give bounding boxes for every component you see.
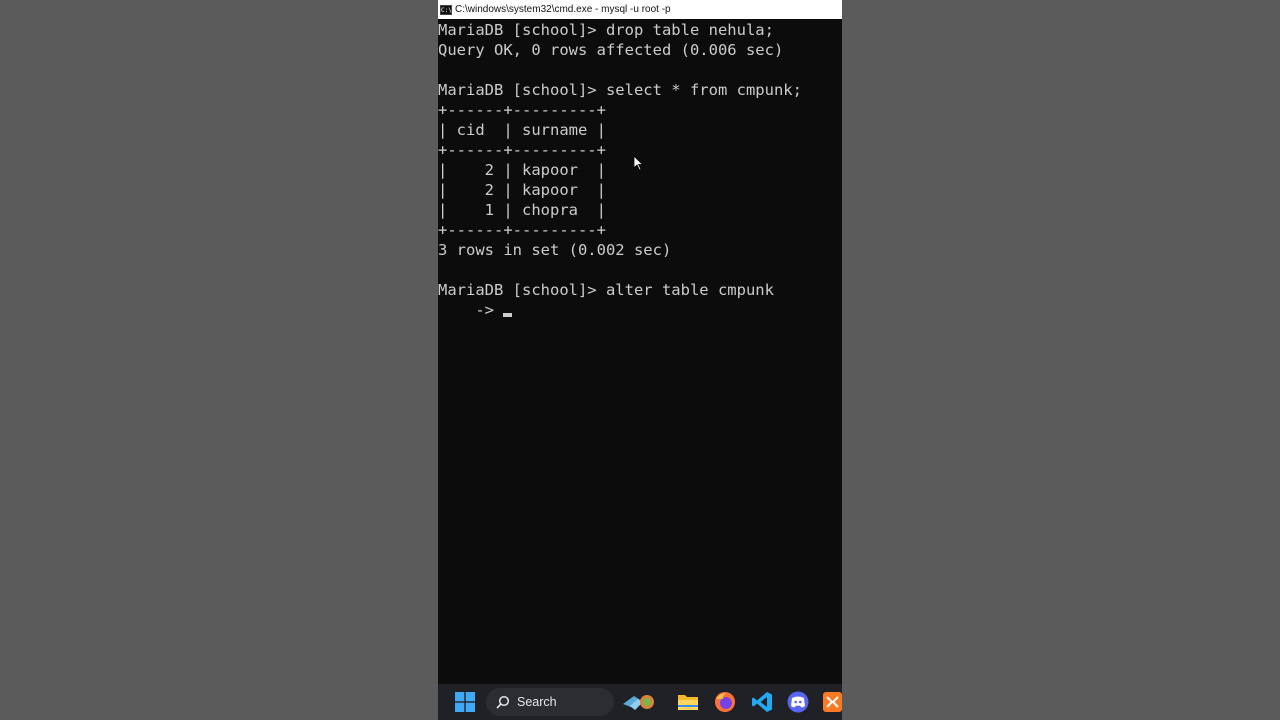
widgets-icon[interactable] [622, 690, 656, 714]
screen: C:\ C:\windows\system32\cmd.exe - mysql … [0, 0, 1280, 720]
taskbar-search-box[interactable]: Search [486, 688, 614, 716]
firefox-icon[interactable] [713, 690, 737, 714]
window-titlebar[interactable]: C:\ C:\windows\system32\cmd.exe - mysql … [438, 0, 842, 19]
terminal-line: 3 rows in set (0.002 sec) [438, 241, 672, 259]
terminal-line: Query OK, 0 rows affected (0.006 sec) [438, 41, 784, 59]
terminal-output[interactable]: MariaDB [school]> drop table nehula; Que… [438, 20, 842, 684]
table-header: | cid | surname | [438, 121, 606, 139]
text-cursor [503, 313, 513, 317]
file-explorer-icon[interactable] [676, 691, 700, 713]
cmd-window: C:\ C:\windows\system32\cmd.exe - mysql … [438, 0, 842, 720]
xampp-icon[interactable] [823, 690, 842, 714]
vscode-icon[interactable] [750, 690, 774, 714]
continuation-prompt: -> [438, 301, 504, 319]
table-border: +------+---------+ [438, 221, 606, 239]
windows-start-icon[interactable] [454, 691, 476, 713]
terminal-line: MariaDB [school]> drop table nehula; [438, 21, 774, 39]
taskbar: Search [438, 684, 842, 720]
cmd-icon: C:\ [440, 4, 452, 15]
search-icon [496, 695, 510, 709]
mouse-pointer-icon [634, 156, 644, 171]
search-label: Search [517, 695, 557, 709]
terminal-line: MariaDB [school]> select * from cmpunk; [438, 81, 802, 99]
window-title: C:\windows\system32\cmd.exe - mysql -u r… [455, 4, 671, 15]
discord-icon[interactable] [786, 690, 810, 714]
terminal-line: MariaDB [school]> alter table cmpunk [438, 281, 774, 299]
table-row: | 1 | chopra | [438, 201, 606, 219]
table-border: +------+---------+ [438, 101, 606, 119]
table-row: | 2 | kapoor | [438, 181, 606, 199]
terminal-prompt-line[interactable]: -> [438, 300, 842, 320]
